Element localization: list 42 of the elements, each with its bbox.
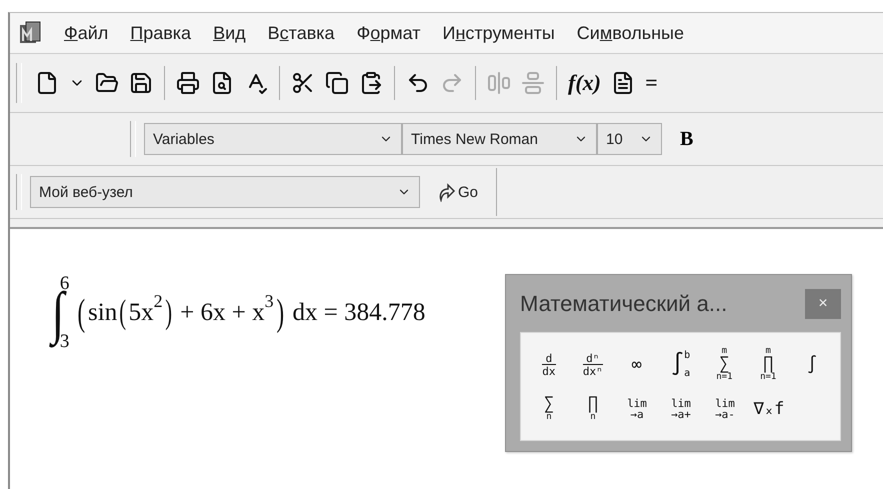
new-document-icon — [35, 71, 59, 95]
bold-button[interactable]: B — [676, 128, 698, 150]
go-button[interactable]: Go — [430, 181, 484, 203]
menu-item[interactable]: Формат — [356, 22, 421, 44]
math-symbol-button[interactable]: d dx — [529, 346, 569, 384]
math-symbol-button[interactable]: ∏ n — [573, 390, 613, 428]
font-size-dropdown[interactable]: 10 — [597, 123, 662, 155]
app-logo-icon — [18, 21, 42, 45]
menu-item[interactable]: Инструменты — [442, 22, 555, 44]
paste-icon — [359, 71, 383, 95]
printer-icon — [176, 71, 200, 95]
close-button[interactable]: × — [805, 289, 841, 319]
font-dropdown[interactable]: Times New Roman — [402, 123, 597, 155]
style-dropdown[interactable]: Variables — [144, 123, 402, 155]
menu-item[interactable]: Символьные — [576, 22, 684, 44]
math-symbol-button[interactable]: lim →a- — [705, 390, 745, 428]
math-symbol-button[interactable]: m ∏ n=1 — [748, 346, 788, 384]
math-symbol-button[interactable]: lim →a+ — [661, 390, 701, 428]
save-icon — [129, 71, 153, 95]
palette-title: Математический а... — [520, 291, 728, 317]
address-dropdown[interactable]: Мой веб-узел — [30, 176, 420, 208]
math-symbol-button[interactable]: ∞ — [616, 346, 657, 384]
undo-icon — [406, 71, 430, 95]
align-horizontal-icon — [487, 71, 511, 95]
menu-item[interactable]: Файл — [64, 22, 108, 44]
math-symbol-button[interactable]: m ∑ n=1 — [704, 346, 744, 384]
print-preview-icon — [210, 71, 234, 95]
cut-icon — [291, 71, 315, 95]
math-symbol-button[interactable]: dⁿ dxⁿ — [572, 346, 613, 384]
menu-item[interactable]: Вид — [213, 22, 246, 44]
open-folder-icon — [95, 71, 119, 95]
align-vertical-icon — [521, 71, 545, 95]
menu-item[interactable]: Правка — [130, 22, 192, 44]
copy-icon — [325, 71, 349, 95]
math-symbol-button[interactable]: ∇ₓf — [749, 390, 789, 428]
toolbar-button[interactable]: = — [640, 65, 663, 101]
math-symbol-button[interactable]: lim →a — [617, 390, 657, 428]
redo-icon — [440, 71, 464, 95]
menu-item[interactable]: Вставка — [268, 22, 335, 44]
math-symbol-button[interactable]: ∫ — [792, 346, 832, 384]
math-symbol-button[interactable]: ∑ n — [529, 390, 569, 428]
toolbar-button[interactable]: f(x) — [563, 65, 606, 101]
